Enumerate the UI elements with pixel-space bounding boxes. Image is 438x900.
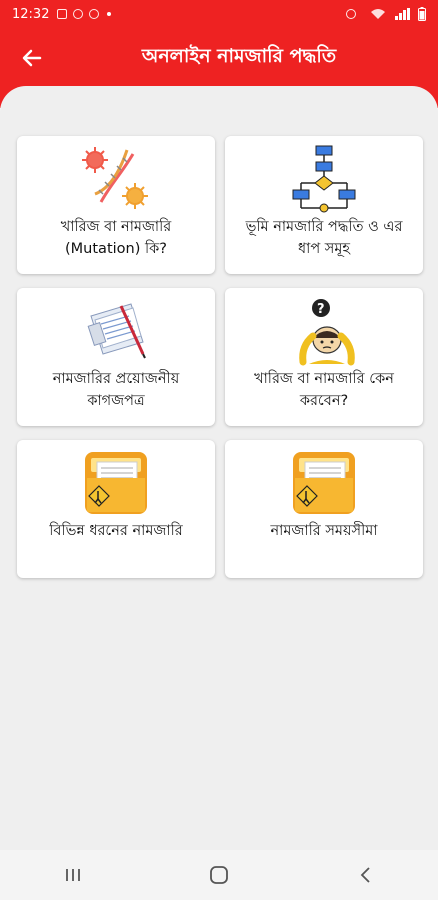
arrow-left-icon: [22, 49, 42, 67]
folder-warning-icon: [293, 452, 355, 514]
nav-back-button[interactable]: [345, 860, 385, 890]
back-button[interactable]: [18, 44, 46, 72]
folder-warning-icon: [85, 452, 147, 514]
page-title: অনলাইন নামজারি পদ্ধতি: [141, 45, 337, 67]
svg-text:?: ?: [317, 302, 325, 317]
documents-pen-icon: [87, 303, 146, 359]
recent-apps-button[interactable]: [53, 860, 93, 890]
card-mutation-types[interactable]: বিভিন্ন ধরনের নামজারি: [17, 440, 215, 578]
card-why-mutation[interactable]: ? খারিজ বা নামজারি কেন করবেন?: [225, 288, 423, 426]
gallery-notification-icon: [57, 9, 68, 19]
app-notification-icon-2: [89, 9, 100, 19]
status-right-icons: [346, 7, 426, 21]
dna-virus-icon: [82, 147, 148, 209]
alarm-icon: [346, 9, 356, 19]
card-mutation-what[interactable]: খারিজ বা নামজারি (Mutation) কি?: [17, 136, 215, 274]
card-label: খারিজ বা নামজারি কেন করবেন?: [254, 371, 394, 409]
status-bar: 12:32: [0, 0, 438, 28]
app-notification-icon: [73, 9, 84, 19]
card-label: ভূমি নামজারি পদ্ধতি ও এর ধাপ সমূহ: [245, 219, 403, 257]
signal-icon: [394, 8, 410, 20]
home-button[interactable]: [199, 860, 239, 890]
wifi-icon: [371, 9, 385, 19]
battery-icon: [418, 7, 426, 21]
home-icon: [210, 866, 228, 884]
card-label: নামজারির প্রয়োজনীয় কাগজপত্র: [52, 371, 180, 409]
flowchart-icon: [292, 145, 356, 213]
card-label: বিভিন্ন ধরনের নামজারি: [49, 523, 183, 539]
recent-apps-icon: [66, 869, 80, 881]
nav-back-icon: [360, 867, 370, 883]
card-label: খারিজ বা নামজারি (Mutation) কি?: [60, 219, 172, 257]
card-mutation-steps[interactable]: ভূমি নামজারি পদ্ধতি ও এর ধাপ সমূহ: [225, 136, 423, 274]
more-notifications-dot-icon: [107, 12, 112, 16]
status-time: 12:32: [12, 6, 50, 22]
question-head-icon: ?: [299, 299, 355, 366]
card-documents[interactable]: নামজারির প্রয়োজনীয় কাগজপত্র: [17, 288, 215, 426]
card-mutation-timeline[interactable]: নামজারি সময়সীমা: [225, 440, 423, 578]
content-sheet: খারিজ বা নামজারি (Mutation) কি? ভূমি নাম…: [0, 86, 438, 850]
system-nav-bar: [0, 850, 438, 900]
card-label: নামজারি সময়সীমা: [270, 523, 378, 539]
